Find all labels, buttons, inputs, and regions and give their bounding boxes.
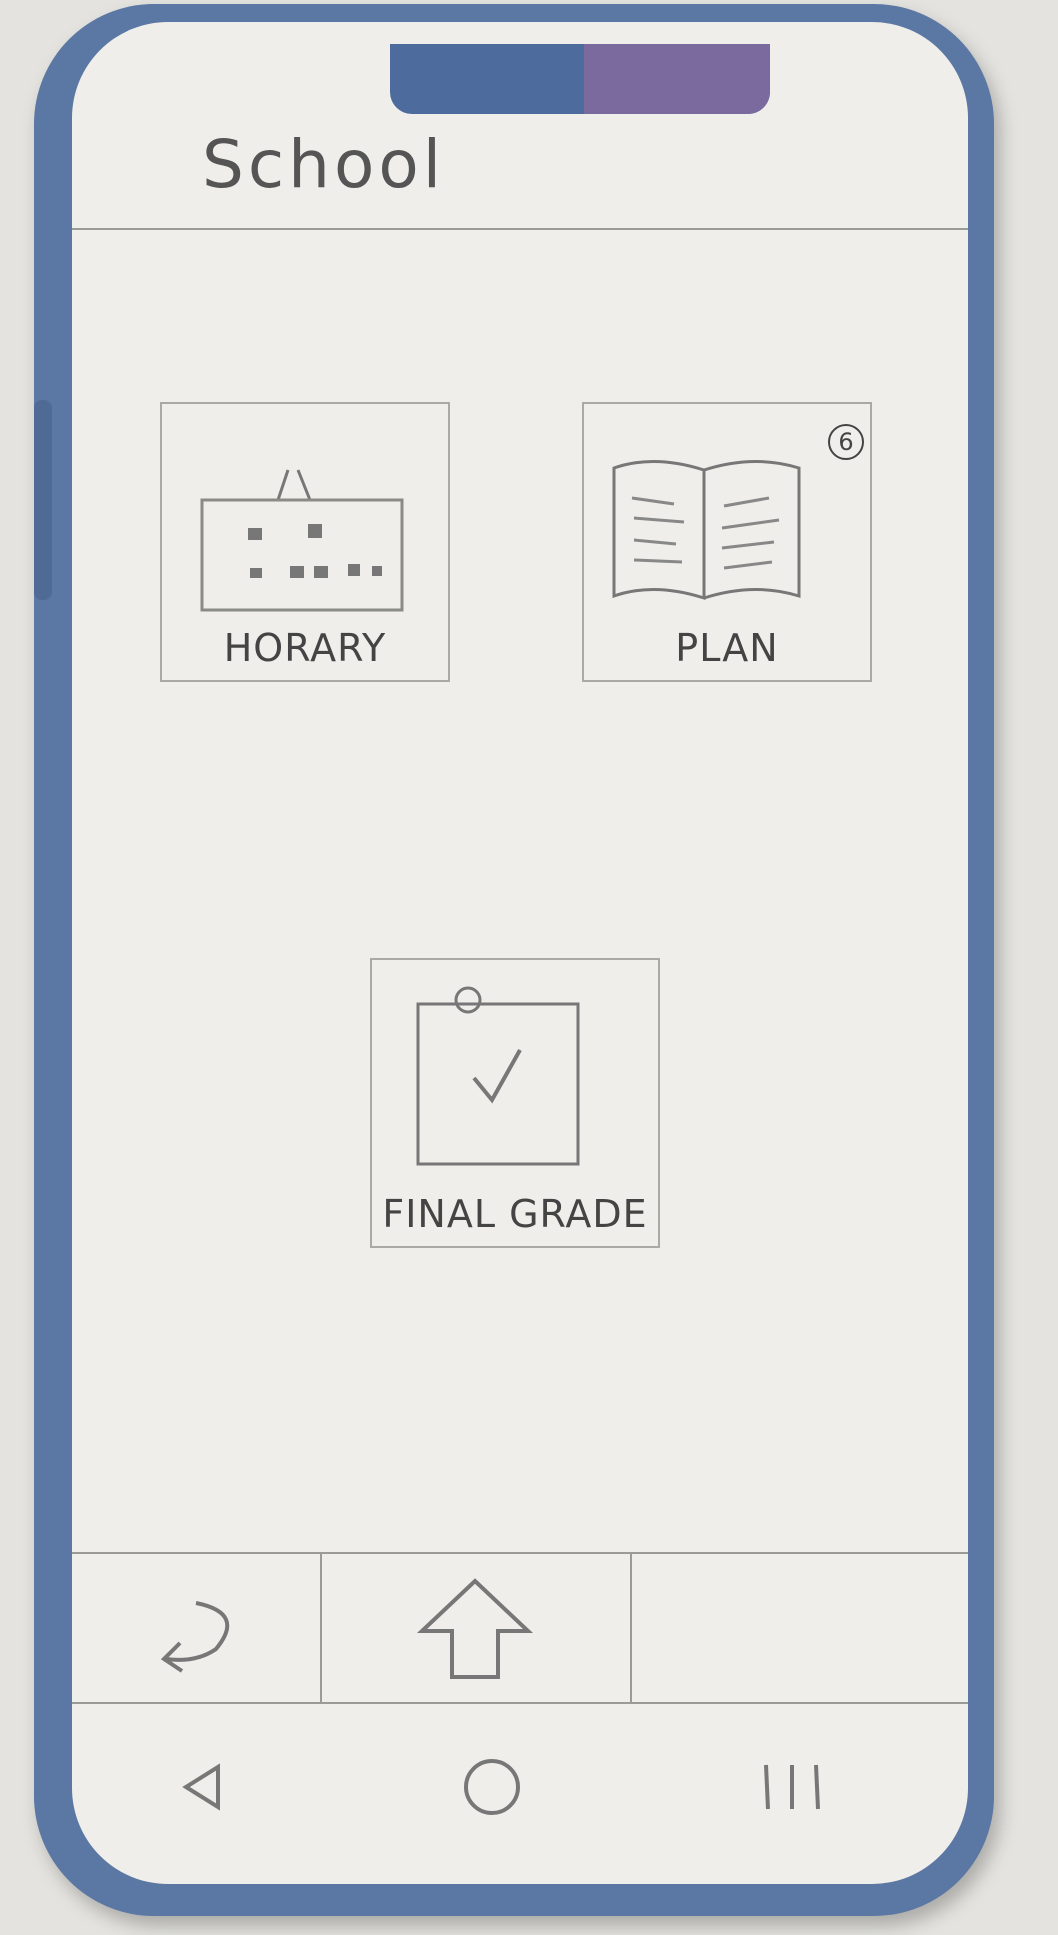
recent-apps-icon (752, 1757, 832, 1817)
system-navigation-bar (72, 1702, 968, 1882)
tile-label: FINAL GRADE (382, 1192, 648, 1236)
up-button[interactable] (320, 1554, 632, 1702)
system-recent-apps-button[interactable] (732, 1742, 852, 1832)
empty-slot (630, 1554, 968, 1702)
home-circle-icon (457, 1752, 527, 1822)
phone-screen: School HORARY 6 PLAN FINAL GRADE (72, 22, 968, 1884)
clipboard-check-icon (408, 974, 608, 1174)
up-arrow-icon (410, 1573, 540, 1683)
return-button[interactable] (72, 1554, 322, 1702)
return-arrow-icon (136, 1583, 256, 1673)
page-title: School (202, 126, 446, 203)
tile-label: PLAN (675, 626, 779, 670)
app-header: School (72, 22, 968, 230)
final-grade-tile[interactable]: FINAL GRADE (370, 958, 660, 1248)
system-home-button[interactable] (432, 1742, 552, 1832)
phone-side-button (34, 400, 52, 600)
open-book-icon (604, 448, 814, 608)
notification-badge: 6 (828, 424, 864, 460)
calendar-icon (188, 450, 418, 620)
back-triangle-icon (172, 1757, 232, 1817)
bottom-action-bar (72, 1552, 968, 1704)
horary-tile[interactable]: HORARY (160, 402, 450, 682)
system-back-button[interactable] (142, 1742, 262, 1832)
tile-label: HORARY (223, 626, 387, 670)
plan-tile[interactable]: 6 PLAN (582, 402, 872, 682)
